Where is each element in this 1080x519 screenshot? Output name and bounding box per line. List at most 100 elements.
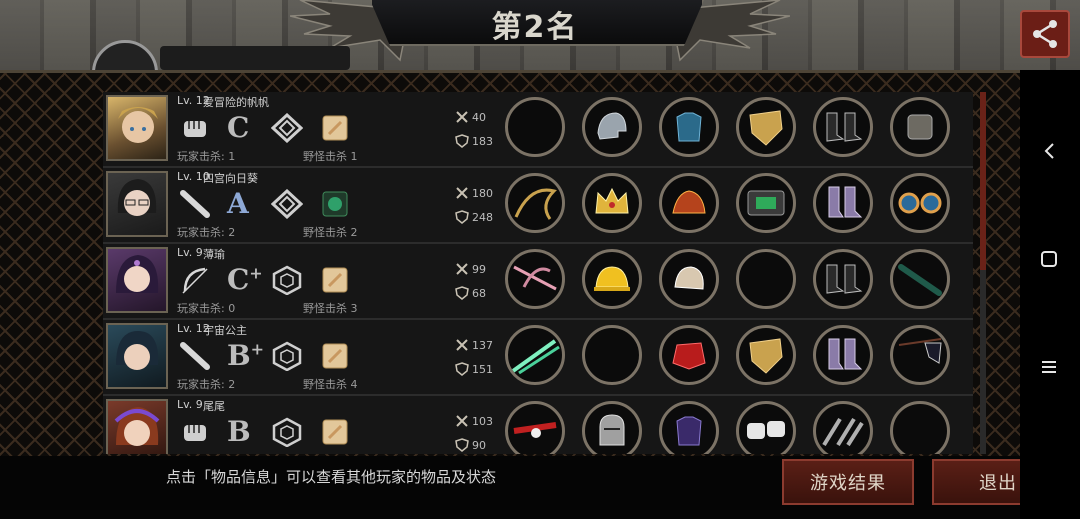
armor-item[interactable] [659, 97, 719, 157]
green-blades-item[interactable] [505, 325, 565, 385]
player-level: Lv. 9 [177, 246, 203, 259]
item-box-icon [317, 188, 353, 220]
boots-item[interactable] [813, 97, 873, 157]
player-kills: 玩家击杀: 1 [177, 150, 236, 163]
red-weapon-item[interactable] [505, 401, 565, 454]
player-portrait [106, 399, 168, 454]
fist-icon [177, 112, 213, 144]
scrollbar-thumb[interactable] [980, 92, 986, 270]
bow-icon [177, 264, 213, 296]
attack-stat: 99 [455, 262, 486, 276]
baton-item[interactable] [890, 249, 950, 309]
attack-value: 103 [472, 414, 493, 428]
player-portrait [106, 323, 168, 389]
crown-item[interactable] [582, 173, 642, 233]
flag-item[interactable] [890, 325, 950, 385]
player-label-bar [160, 46, 350, 70]
attack-value: 40 [472, 110, 486, 124]
rank-grade: A [227, 187, 249, 220]
red-armor-item[interactable] [659, 325, 719, 385]
boots-item[interactable] [813, 249, 873, 309]
attack-stat: 137 [455, 338, 493, 352]
player-row[interactable]: Lv. 12 爱冒险的帆帆 C 玩家击杀: 1 野怪击杀 1 40 183 [103, 92, 973, 168]
back-icon[interactable] [1034, 136, 1064, 166]
shield-icon [455, 438, 469, 452]
swords-icon [456, 111, 468, 123]
armor-chevron-icon [269, 112, 305, 144]
item-slot-empty[interactable] [505, 97, 565, 157]
player-name: 尾尾 [203, 400, 225, 413]
rank-title: 第2名 [491, 10, 579, 45]
game-result-button[interactable]: 游戏结果 [782, 459, 914, 505]
hexagon-icon [269, 340, 305, 372]
home-icon[interactable] [1034, 244, 1064, 274]
goggles-item[interactable] [890, 173, 950, 233]
player-kills: 玩家击杀: 2 [177, 226, 236, 239]
defense-value: 183 [472, 134, 493, 148]
swords-icon [456, 263, 468, 275]
defense-stat: 151 [455, 362, 493, 376]
monster-kills: 野怪击杀 2 [303, 226, 358, 239]
crossbow-item[interactable] [505, 249, 565, 309]
share-button[interactable] [1020, 10, 1070, 58]
player-row[interactable]: Lv. 9 薄瑜 C+ 玩家击杀: 0 野怪击杀 3 99 68 [103, 244, 973, 320]
device-item[interactable] [736, 173, 796, 233]
monster-kills: 野怪击杀 1 [303, 150, 358, 163]
player-row[interactable]: Lv. 12 宇宙公主 B+ 玩家击杀: 2 野怪击杀 4 137 151 [103, 320, 973, 396]
item-box-icon [317, 112, 353, 144]
player-name: 爱冒险的帆帆 [203, 96, 269, 109]
rank-plus: + [250, 339, 265, 359]
chain-boots-item[interactable] [813, 401, 873, 454]
defense-stat: 90 [455, 438, 486, 452]
knight-helmet-item[interactable] [582, 401, 642, 454]
flame-armor-item[interactable] [659, 173, 719, 233]
defense-stat: 68 [455, 286, 486, 300]
shield-icon [455, 362, 469, 376]
bottom-bar [0, 456, 1080, 519]
hexagon-icon [269, 416, 305, 448]
player-portrait [106, 95, 168, 161]
player-name: 宇宙公主 [203, 324, 247, 337]
monster-kills: 野怪击杀 4 [303, 378, 358, 391]
player-row[interactable]: Lv. 10 四宫向日葵 A 玩家击杀: 2 野怪击杀 2 180 248 [103, 168, 973, 244]
helmet-item[interactable] [582, 97, 642, 157]
swords-icon [456, 187, 468, 199]
defense-value: 248 [472, 210, 493, 224]
player-kills: 玩家击杀: 2 [177, 378, 236, 391]
purple-armor-item[interactable] [659, 401, 719, 454]
item-box-icon [317, 340, 353, 372]
white-gloves-item[interactable] [736, 401, 796, 454]
hard-hat-item[interactable] [582, 249, 642, 309]
defense-stat: 248 [455, 210, 493, 224]
bat-icon [177, 340, 213, 372]
whip-item[interactable] [505, 173, 565, 233]
player-name: 四宫向日葵 [203, 172, 258, 185]
player-row[interactable]: Lv. 9 尾尾 B 103 90 [103, 396, 973, 454]
shield-icon [455, 286, 469, 300]
attack-value: 180 [472, 186, 493, 200]
item-slot-empty[interactable] [736, 249, 796, 309]
gloves-item[interactable] [890, 97, 950, 157]
defense-value: 151 [472, 362, 493, 376]
player-kills: 玩家击杀: 0 [177, 302, 236, 315]
menu-icon[interactable] [1034, 352, 1064, 382]
boots-item[interactable] [813, 173, 873, 233]
rank-grade: B+ [227, 339, 267, 373]
shield-item[interactable] [736, 97, 796, 157]
item-box-icon [317, 264, 353, 296]
shield-item[interactable] [736, 325, 796, 385]
hint-text: 点击「物品信息」可以查看其他玩家的物品及状态 [166, 468, 497, 486]
cloth-armor-item[interactable] [659, 249, 719, 309]
player-portrait [106, 247, 168, 313]
item-box-icon [317, 416, 353, 448]
attack-stat: 180 [455, 186, 493, 200]
boots-item[interactable] [813, 325, 873, 385]
defense-value: 90 [472, 438, 486, 452]
player-portrait [106, 171, 168, 237]
scrollbar[interactable] [980, 92, 986, 454]
player-level: Lv. 9 [177, 398, 203, 411]
item-slot-empty[interactable] [890, 401, 950, 454]
player-list[interactable]: Lv. 12 爱冒险的帆帆 C 玩家击杀: 1 野怪击杀 1 40 183 Lv… [103, 92, 973, 454]
defense-stat: 183 [455, 134, 493, 148]
item-slot-empty[interactable] [582, 325, 642, 385]
